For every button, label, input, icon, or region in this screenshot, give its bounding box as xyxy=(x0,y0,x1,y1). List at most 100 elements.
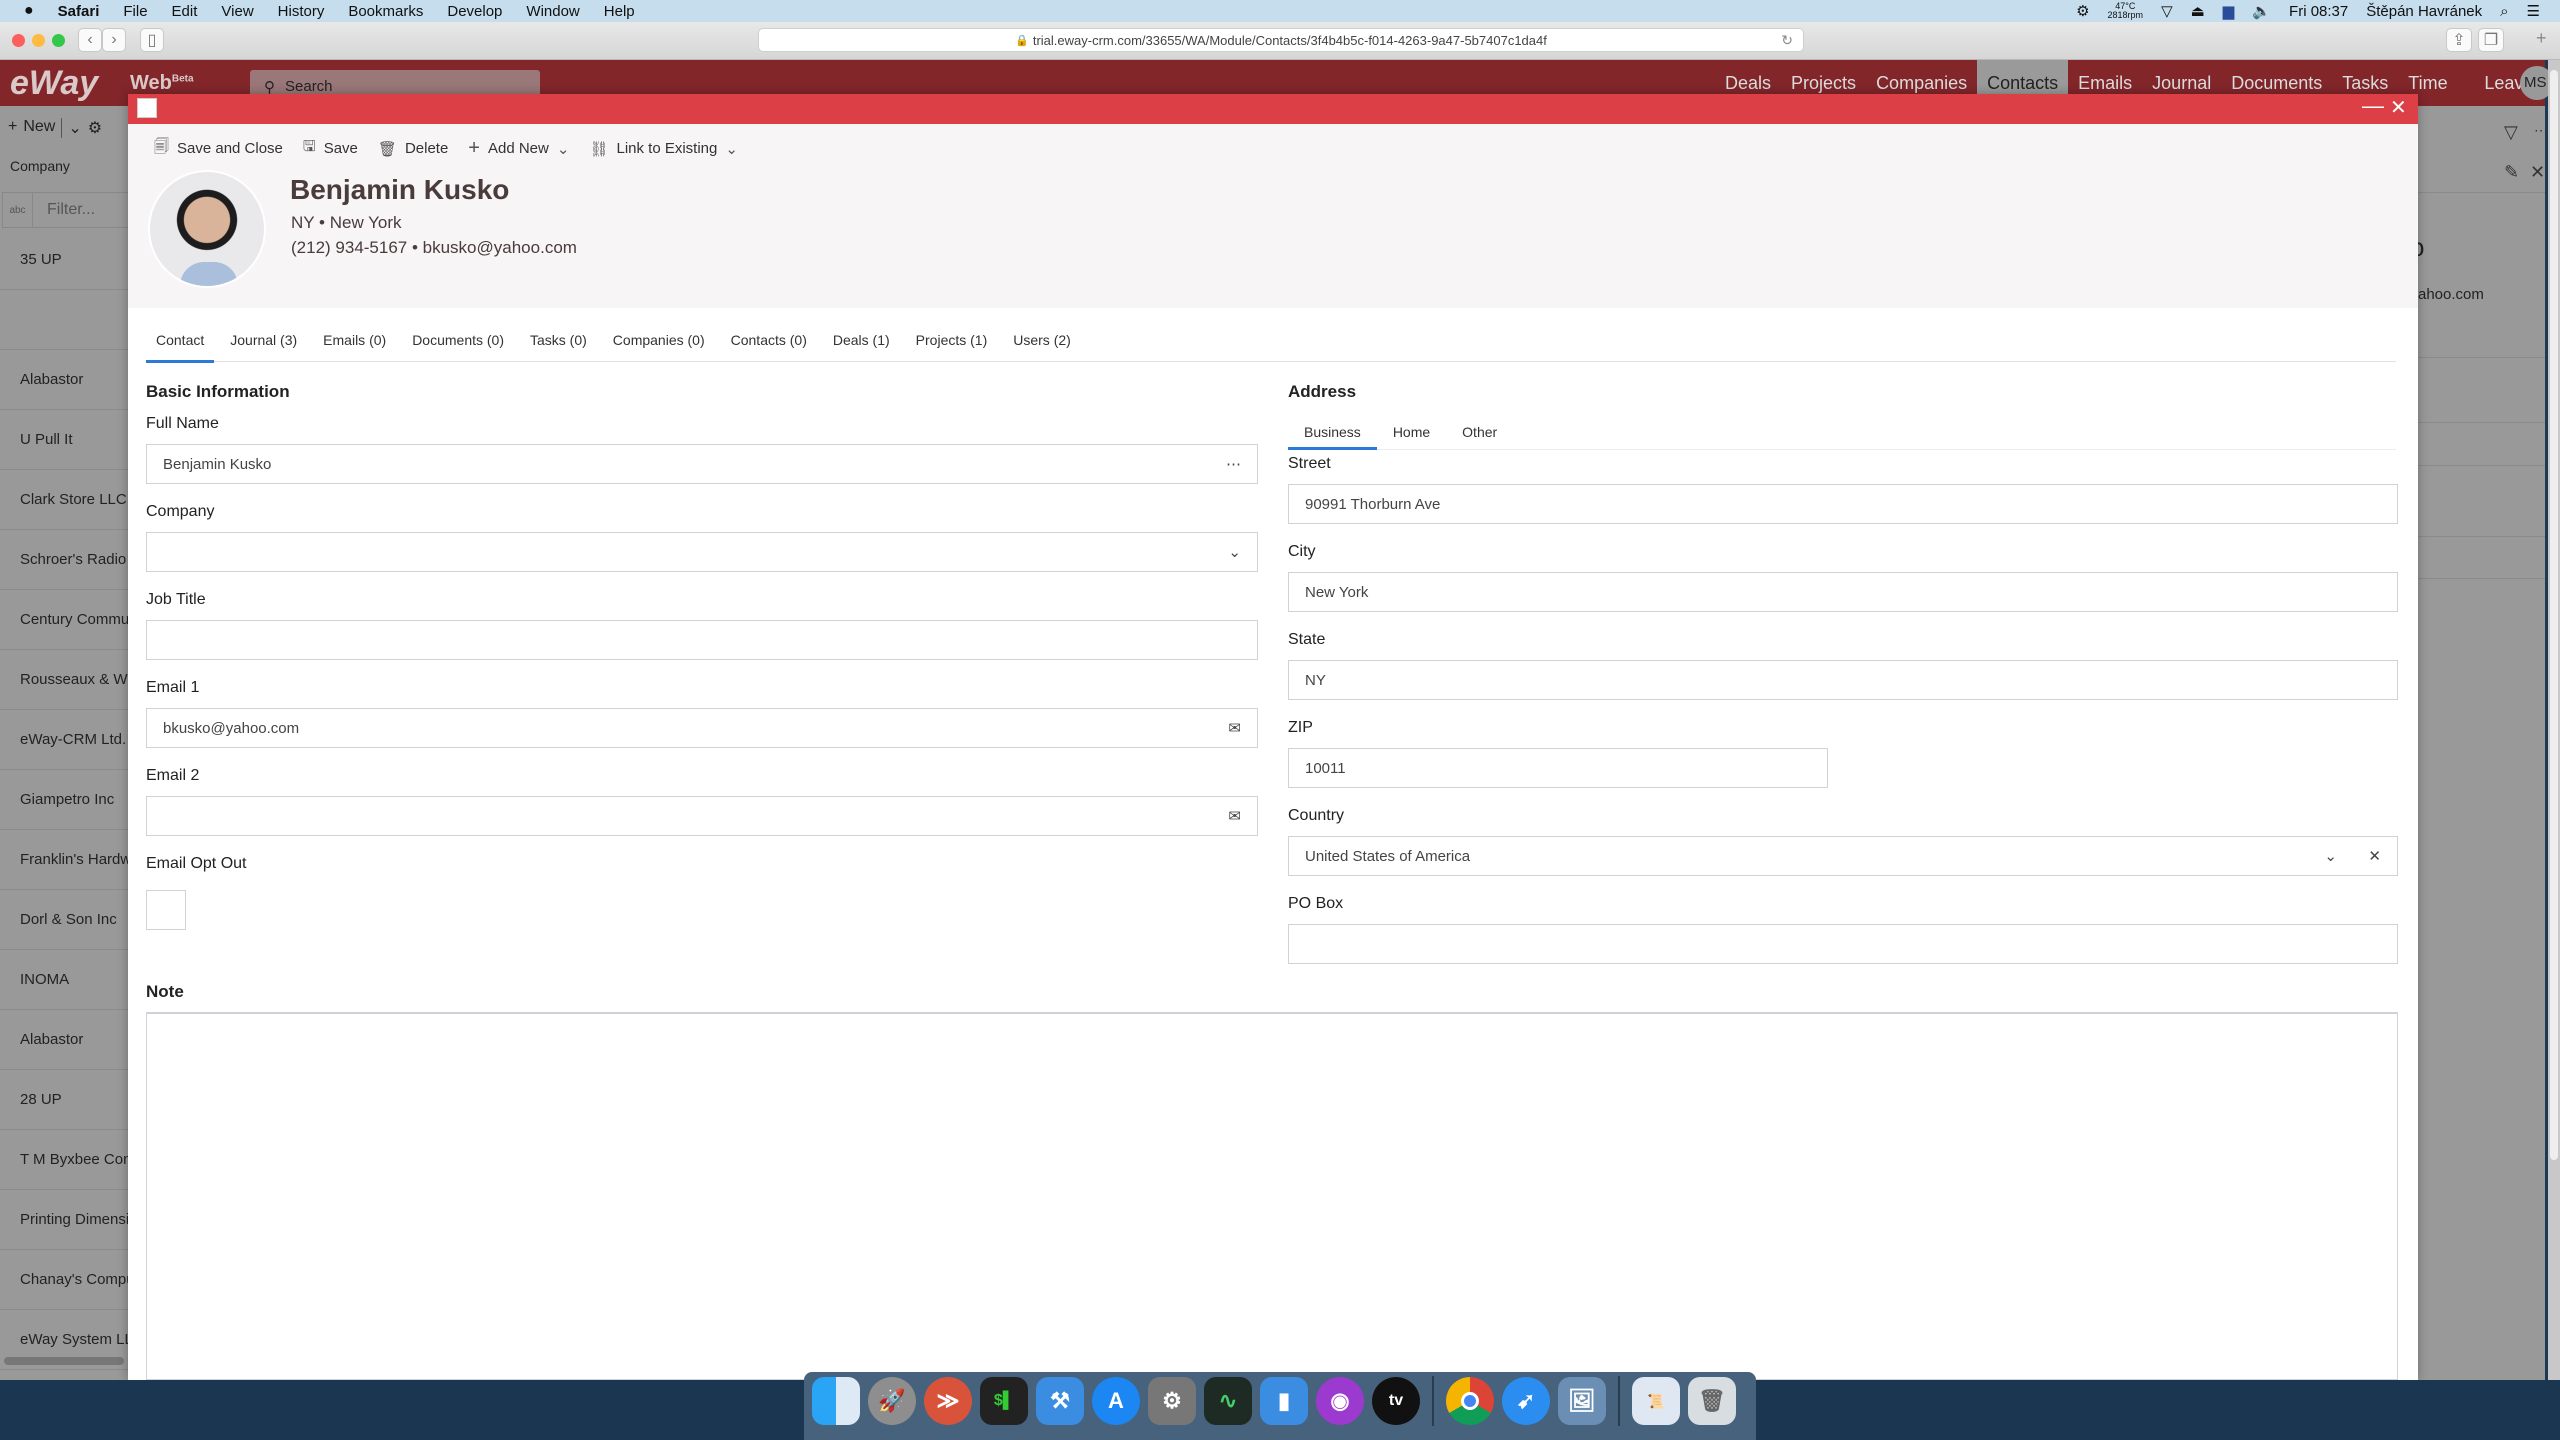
simulator-icon[interactable]: ▮ xyxy=(1260,1377,1308,1425)
clear-icon[interactable]: ✕ xyxy=(2368,847,2381,865)
sidebar-toggle-icon[interactable]: ▯ xyxy=(140,28,164,52)
back-button[interactable]: ‹ xyxy=(78,28,102,52)
close-panel-icon[interactable]: ✕ xyxy=(2530,162,2545,183)
xcode-icon[interactable]: ⚒ xyxy=(1036,1377,1084,1425)
envelope-icon[interactable]: ✉ xyxy=(1228,807,1241,825)
flag-icon[interactable]: ▆ xyxy=(2223,2,2235,20)
modal-title-bar[interactable] xyxy=(128,94,2418,124)
save-button[interactable]: 🖫 Save xyxy=(303,136,358,161)
forward-button[interactable]: › xyxy=(102,28,126,52)
spotlight-icon[interactable]: ⌕ xyxy=(2500,3,2508,20)
chevron-down-icon[interactable]: ⌄ xyxy=(1228,543,1241,561)
chrome-icon[interactable] xyxy=(1446,1377,1494,1425)
volume-icon[interactable]: 🔈 xyxy=(2252,2,2271,20)
note-textarea[interactable] xyxy=(146,1012,2398,1380)
save-and-close-button[interactable]: 🗐 Save and Close xyxy=(154,136,283,161)
po-box-field[interactable] xyxy=(1288,924,2398,964)
list-filter-input[interactable]: abc Filter... xyxy=(2,192,130,228)
share-icon[interactable]: ⇪ xyxy=(2446,28,2472,52)
tab-companies[interactable]: Companies (0) xyxy=(613,324,705,362)
add-new-button[interactable]: + Add New ⌄ xyxy=(468,137,569,160)
more-icon[interactable]: ⋯ xyxy=(2534,122,2548,139)
list-item[interactable]: Giampetro Inc xyxy=(0,770,130,830)
tab-tasks[interactable]: Tasks (0) xyxy=(530,324,587,362)
contact-photo[interactable] xyxy=(148,170,266,288)
street-field[interactable]: 90991 Thorburn Ave xyxy=(1288,484,2398,524)
delete-button[interactable]: 🗑 Delete xyxy=(378,140,448,158)
menu-history[interactable]: History xyxy=(278,3,325,20)
list-item[interactable]: U Pull It xyxy=(0,410,130,470)
tab-contacts[interactable]: Contacts (0) xyxy=(731,324,807,362)
list-item[interactable]: Dorl & Son Inc xyxy=(0,890,130,950)
list-item[interactable]: Schroer's Radio xyxy=(0,530,130,590)
email-opt-out-checkbox[interactable] xyxy=(146,890,186,930)
settings-icon[interactable]: ⚙ xyxy=(88,118,102,138)
apple-tv-icon[interactable]: tv xyxy=(1372,1377,1420,1425)
apple-menu-icon[interactable]: ● xyxy=(24,2,34,20)
email1-field[interactable]: bkusko@yahoo.com ✉ xyxy=(146,708,1258,748)
menu-help[interactable]: Help xyxy=(604,3,635,20)
remote-desktop-icon[interactable]: ≫ xyxy=(924,1377,972,1425)
list-item[interactable]: Printing Dimensions xyxy=(0,1190,130,1250)
app-store-icon[interactable]: A xyxy=(1092,1377,1140,1425)
company-select[interactable]: ⌄ xyxy=(146,532,1258,572)
more-options-icon[interactable]: ⋯ xyxy=(1226,455,1241,473)
email2-field[interactable]: ✉ xyxy=(146,796,1258,836)
state-field[interactable]: NY xyxy=(1288,660,2398,700)
finder-icon[interactable] xyxy=(812,1377,860,1425)
wifi-icon[interactable]: ▽ xyxy=(2161,2,2173,20)
job-title-field[interactable] xyxy=(146,620,1258,660)
address-tab-other[interactable]: Other xyxy=(1446,420,1513,449)
system-preferences-icon[interactable]: ⚙ xyxy=(1148,1377,1196,1425)
list-item[interactable]: Alabastor xyxy=(0,350,130,410)
tab-deals[interactable]: Deals (1) xyxy=(833,324,890,362)
reload-icon[interactable]: ↻ xyxy=(1781,32,1793,49)
city-field[interactable]: New York xyxy=(1288,572,2398,612)
podcasts-icon[interactable]: ◉ xyxy=(1316,1377,1364,1425)
chevron-down-icon[interactable]: ⌄ xyxy=(2324,847,2337,865)
address-tab-home[interactable]: Home xyxy=(1377,420,1446,449)
list-item[interactable]: Franklin's Hardware xyxy=(0,830,130,890)
address-tab-business[interactable]: Business xyxy=(1288,420,1377,450)
zoom-window-button[interactable] xyxy=(52,34,65,47)
list-item[interactable]: Clark Store LLC xyxy=(0,470,130,530)
tab-emails[interactable]: Emails (0) xyxy=(323,324,386,362)
tab-contact[interactable]: Contact xyxy=(145,324,215,363)
activity-monitor-icon[interactable]: ∿ xyxy=(1204,1377,1252,1425)
close-window-button[interactable] xyxy=(12,34,25,47)
preview-icon[interactable]: 🖼 xyxy=(1558,1377,1606,1425)
list-item[interactable]: Chanay's Computers xyxy=(0,1250,130,1310)
trash-icon[interactable]: 🗑 xyxy=(1688,1377,1736,1425)
new-button[interactable]: + New ⌄ ⚙ xyxy=(8,118,102,138)
launchpad-icon[interactable]: 🚀 xyxy=(868,1377,916,1425)
tab-journal[interactable]: Journal (3) xyxy=(230,324,297,362)
tab-documents[interactable]: Documents (0) xyxy=(412,324,504,362)
menu-edit[interactable]: Edit xyxy=(172,3,198,20)
horizontal-scrollbar[interactable] xyxy=(4,1357,124,1365)
new-tab-icon[interactable]: + xyxy=(2536,28,2547,49)
menu-bookmarks[interactable]: Bookmarks xyxy=(348,3,423,20)
control-center-icon[interactable]: ☰ xyxy=(2527,2,2540,20)
tab-projects[interactable]: Projects (1) xyxy=(916,324,988,362)
page-scrollbar-thumb[interactable] xyxy=(2550,70,2558,1160)
menu-file[interactable]: File xyxy=(123,3,147,20)
user-name[interactable]: Štěpán Havránek xyxy=(2366,3,2482,20)
menu-view[interactable]: View xyxy=(221,3,253,20)
filter-icon[interactable]: ▽ xyxy=(2504,122,2518,143)
fan-icon[interactable]: ⚙ xyxy=(2076,2,2089,20)
list-item[interactable]: Alabastor xyxy=(0,1010,130,1070)
list-column-header[interactable]: Company xyxy=(10,158,70,174)
list-item[interactable]: Century Communications xyxy=(0,590,130,650)
menu-window[interactable]: Window xyxy=(526,3,579,20)
safari-icon[interactable]: ➹ xyxy=(1502,1377,1550,1425)
menu-develop[interactable]: Develop xyxy=(447,3,502,20)
full-name-field[interactable]: Benjamin Kusko ⋯ xyxy=(146,444,1258,484)
zip-field[interactable]: 10011 xyxy=(1288,748,1828,788)
envelope-icon[interactable]: ✉ xyxy=(1228,719,1241,737)
minimize-icon[interactable]: — xyxy=(2362,94,2384,118)
minimize-window-button[interactable] xyxy=(32,34,45,47)
country-select[interactable]: United States of America ⌄ ✕ xyxy=(1288,836,2398,876)
clock[interactable]: Fri 08:37 xyxy=(2289,3,2348,20)
list-item[interactable]: 28 UP xyxy=(0,1070,130,1130)
list-item[interactable]: T M Byxbee Company xyxy=(0,1130,130,1190)
